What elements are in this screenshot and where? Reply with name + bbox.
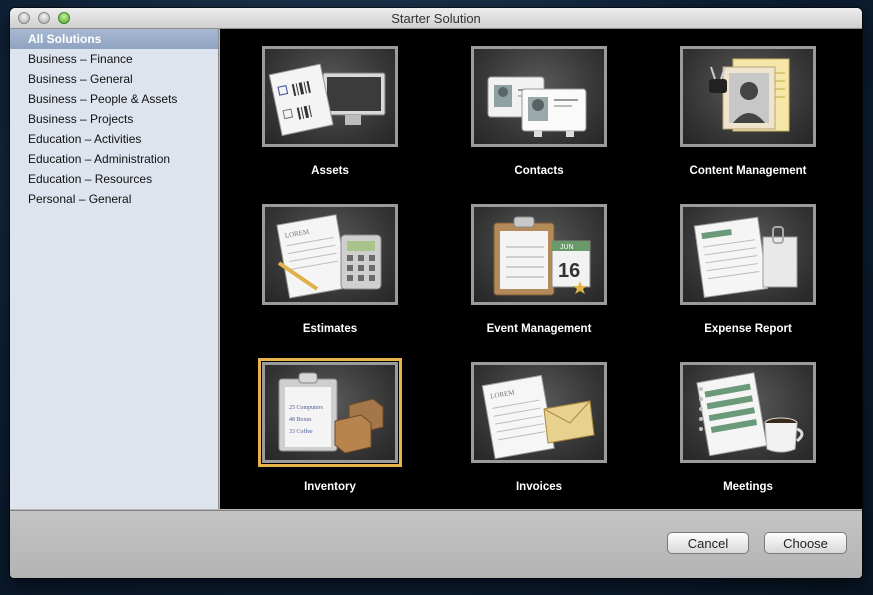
assets-icon (262, 46, 398, 147)
sidebar-item-business-projects[interactable]: Business – Projects (10, 109, 218, 129)
tile-label: Inventory (304, 481, 356, 493)
solution-tile-invoices[interactable]: LOREM Invoices (439, 345, 649, 495)
contacts-icon (471, 46, 607, 147)
solution-tile-event-management[interactable]: JUN 16 Event Management (439, 187, 649, 337)
sidebar-item-personal-general[interactable]: Personal – General (10, 189, 218, 209)
svg-text:JUN: JUN (560, 244, 574, 251)
tile-label: Expense Report (704, 323, 792, 335)
invoices-icon: LOREM (471, 362, 607, 463)
solution-tile-content-management[interactable]: Content Management (648, 29, 858, 179)
solution-tile-assets[interactable]: Assets (230, 29, 440, 179)
solutions-grid: Assets Contacts Content Management LOREM… (220, 29, 862, 509)
sidebar-item-business-people-assets[interactable]: Business – People & Assets (10, 89, 218, 109)
sidebar-item-business-general[interactable]: Business – General (10, 69, 218, 89)
svg-text:16: 16 (558, 260, 580, 282)
dialog-footer: Cancel Choose (10, 510, 862, 578)
cancel-button[interactable]: Cancel (667, 532, 749, 554)
category-sidebar: All Solutions Business – Finance Busines… (10, 29, 219, 509)
choose-button[interactable]: Choose (764, 532, 847, 554)
sidebar-item-education-administration[interactable]: Education – Administration (10, 149, 218, 169)
tile-label: Event Management (486, 323, 592, 335)
svg-text:33 Coffee: 33 Coffee (289, 428, 313, 435)
svg-text:48 Boxes: 48 Boxes (289, 417, 312, 423)
sidebar-item-business-finance[interactable]: Business – Finance (10, 49, 218, 69)
inventory-icon: 25 Computers 48 Boxes 33 Coffee (258, 358, 402, 467)
event-management-icon: JUN 16 (471, 204, 607, 305)
solution-tile-meetings[interactable]: Meetings (648, 345, 858, 495)
tile-label: Estimates (302, 323, 358, 335)
content-management-icon (680, 46, 816, 147)
expense-report-icon (680, 204, 816, 305)
tile-label: Assets (311, 165, 349, 177)
solution-tile-contacts[interactable]: Contacts (439, 29, 649, 179)
title-bar: Starter Solution (10, 8, 862, 29)
tile-label: Contacts (514, 165, 564, 177)
tile-label: Content Management (689, 165, 807, 177)
window-title: Starter Solution (391, 11, 481, 26)
tile-label: Invoices (515, 481, 563, 493)
solution-tile-estimates[interactable]: LOREM Estimates (230, 187, 440, 337)
meetings-icon (680, 362, 816, 463)
sidebar-item-education-activities[interactable]: Education – Activities (10, 129, 218, 149)
solution-tile-inventory[interactable]: 25 Computers 48 Boxes 33 Coffee Inventor… (230, 345, 440, 495)
starter-solution-window: Starter Solution All Solutions Business … (10, 8, 862, 578)
estimates-icon: LOREM (262, 204, 398, 305)
sidebar-item-all-solutions[interactable]: All Solutions (10, 29, 218, 49)
sidebar-item-education-resources[interactable]: Education – Resources (10, 169, 218, 189)
tile-label: Meetings (723, 481, 773, 493)
solution-tile-expense-report[interactable]: Expense Report (648, 187, 858, 337)
svg-text:25 Computers: 25 Computers (289, 405, 323, 411)
